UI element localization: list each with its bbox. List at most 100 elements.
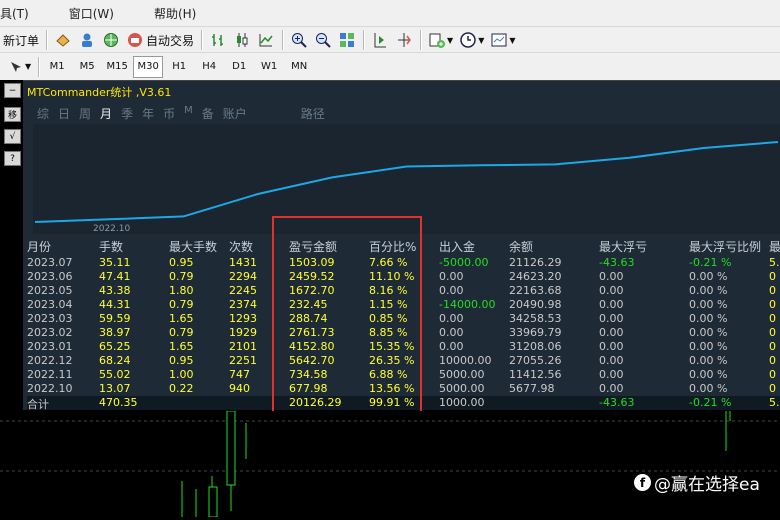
table-cell: 22163.68 bbox=[509, 284, 562, 297]
timeframe-m1-button[interactable]: M1 bbox=[43, 57, 71, 77]
tab-2[interactable]: 周 bbox=[79, 105, 91, 122]
table-cell: 35.11 bbox=[99, 256, 131, 269]
column-header[interactable]: 最大浮亏 bbox=[599, 238, 647, 255]
column-header[interactable]: 手数 bbox=[99, 238, 123, 255]
table-cell: 43.38 bbox=[99, 284, 131, 297]
chevron-down-icon: ▼ bbox=[25, 62, 32, 71]
column-header[interactable]: 最 bbox=[769, 238, 780, 255]
line-chart-button[interactable] bbox=[254, 29, 278, 51]
table-cell: 0.00 bbox=[439, 312, 464, 325]
column-header[interactable]: 最大浮亏比例 bbox=[689, 238, 761, 255]
check-button[interactable]: √ bbox=[4, 129, 21, 144]
table-cell: 11412.56 bbox=[509, 368, 562, 381]
column-header[interactable]: 次数 bbox=[229, 238, 253, 255]
timeframe-mn-button[interactable]: MN bbox=[285, 57, 313, 77]
timeframe-m5-button[interactable]: M5 bbox=[73, 57, 101, 77]
table-cell: 0 bbox=[769, 284, 776, 297]
table-cell: 1431 bbox=[229, 256, 257, 269]
timeframe-m15-button[interactable]: M15 bbox=[103, 57, 131, 77]
table-cell: 5000.00 bbox=[439, 368, 485, 381]
auto-trade-button[interactable]: 自动交易 bbox=[123, 29, 197, 51]
column-header[interactable]: 月份 bbox=[27, 238, 51, 255]
menu-window[interactable]: 窗口(W) bbox=[60, 5, 123, 22]
tab-9[interactable]: 账户 bbox=[223, 105, 247, 122]
bar-chart-button[interactable] bbox=[206, 29, 230, 51]
navigator-button[interactable] bbox=[99, 29, 123, 51]
tile-windows-icon bbox=[340, 33, 355, 47]
table-cell: 20490.98 bbox=[509, 298, 562, 311]
column-header[interactable]: 余额 bbox=[509, 238, 533, 255]
column-header[interactable]: 最大手数 bbox=[169, 238, 217, 255]
table-cell: 0.00 bbox=[599, 340, 624, 353]
auto-scroll-icon bbox=[374, 33, 387, 48]
periods-button[interactable]: ▼ bbox=[456, 29, 487, 51]
main-toolbar: 新订单 自动交易 ▼ ▼ ▼ bbox=[0, 26, 780, 53]
table-cell: 2023.03 bbox=[27, 312, 73, 325]
indicators-button[interactable]: ▼ bbox=[425, 29, 456, 51]
tab-8[interactable]: 备 bbox=[202, 105, 214, 122]
timeframe-w1-button[interactable]: W1 bbox=[255, 57, 283, 77]
toolbar-separator bbox=[201, 30, 203, 50]
table-cell: 0.79 bbox=[169, 298, 194, 311]
table-cell: 68.24 bbox=[99, 354, 131, 367]
table-cell: 10000.00 bbox=[439, 354, 492, 367]
globe-icon bbox=[104, 33, 119, 47]
tab-3[interactable]: 月 bbox=[100, 105, 112, 122]
move-button[interactable]: 移 bbox=[4, 107, 21, 122]
tab-6[interactable]: 币 bbox=[163, 105, 175, 122]
table-cell: 0.79 bbox=[169, 270, 194, 283]
clock-icon bbox=[460, 32, 476, 48]
templates-button[interactable]: ▼ bbox=[487, 29, 518, 51]
chart-shift-icon bbox=[398, 33, 411, 47]
facebook-icon: f bbox=[634, 474, 651, 491]
table-cell: 24623.20 bbox=[509, 270, 562, 283]
tab-10[interactable]: 路径 bbox=[301, 105, 325, 122]
new-order-button[interactable]: 新订单 bbox=[0, 29, 42, 51]
timeframe-h1-button[interactable]: H1 bbox=[165, 57, 193, 77]
data-window-button[interactable] bbox=[75, 29, 99, 51]
zoom-out-button[interactable] bbox=[311, 29, 335, 51]
zoom-in-button[interactable] bbox=[287, 29, 311, 51]
table-cell: 2023.02 bbox=[27, 326, 73, 339]
table-cell: 13.07 bbox=[99, 382, 131, 395]
menu-help[interactable]: 帮助(H) bbox=[145, 5, 205, 22]
candlestick-button[interactable] bbox=[230, 29, 254, 51]
auto-scroll-button[interactable] bbox=[368, 29, 392, 51]
table-cell: 0.00 bbox=[599, 270, 624, 283]
column-header[interactable]: 出入金 bbox=[439, 238, 475, 255]
tab-4[interactable]: 季 bbox=[121, 105, 133, 122]
tab-7[interactable]: M bbox=[184, 105, 193, 122]
toolbar-separator bbox=[420, 30, 422, 50]
tab-1[interactable]: 日 bbox=[58, 105, 70, 122]
candlestick-icon bbox=[237, 33, 248, 47]
table-cell: 0.95 bbox=[169, 256, 194, 269]
menu-bar: 具(T) 窗口(W) 帮助(H) bbox=[0, 0, 780, 26]
table-cell: 0 bbox=[769, 326, 776, 339]
tile-windows-button[interactable] bbox=[335, 29, 359, 51]
toolbar-separator bbox=[38, 56, 40, 77]
drawing-tools-button[interactable]: ▼ bbox=[4, 56, 34, 78]
tab-0[interactable]: 综 bbox=[37, 105, 49, 122]
table-cell: 2023.01 bbox=[27, 340, 73, 353]
menu-tools[interactable]: 具(T) bbox=[0, 5, 38, 22]
timeframe-h4-button[interactable]: H4 bbox=[195, 57, 223, 77]
table-cell: 0 bbox=[769, 382, 776, 395]
table-cell: 1.80 bbox=[169, 284, 194, 297]
left-toolbox-strip: − 移 √ ? bbox=[0, 80, 23, 411]
table-cell: 0.00 bbox=[439, 326, 464, 339]
zoom-out-icon bbox=[316, 33, 331, 48]
tab-5[interactable]: 年 bbox=[142, 105, 154, 122]
table-cell: 5.3 bbox=[769, 256, 780, 269]
add-indicator-icon bbox=[429, 33, 446, 48]
table-cell: 2101 bbox=[229, 340, 257, 353]
timeframe-d1-button[interactable]: D1 bbox=[225, 57, 253, 77]
market-watch-button[interactable] bbox=[51, 29, 75, 51]
minimize-button[interactable]: − bbox=[4, 83, 21, 98]
help-button[interactable]: ? bbox=[4, 151, 21, 166]
timeframe-m30-button[interactable]: M30 bbox=[133, 55, 164, 78]
table-cell: 1.65 bbox=[169, 340, 194, 353]
candle bbox=[208, 486, 218, 518]
table-cell: 合计 bbox=[27, 398, 49, 411]
table-cell: 470.35 bbox=[99, 396, 138, 409]
chart-shift-button[interactable] bbox=[392, 29, 416, 51]
